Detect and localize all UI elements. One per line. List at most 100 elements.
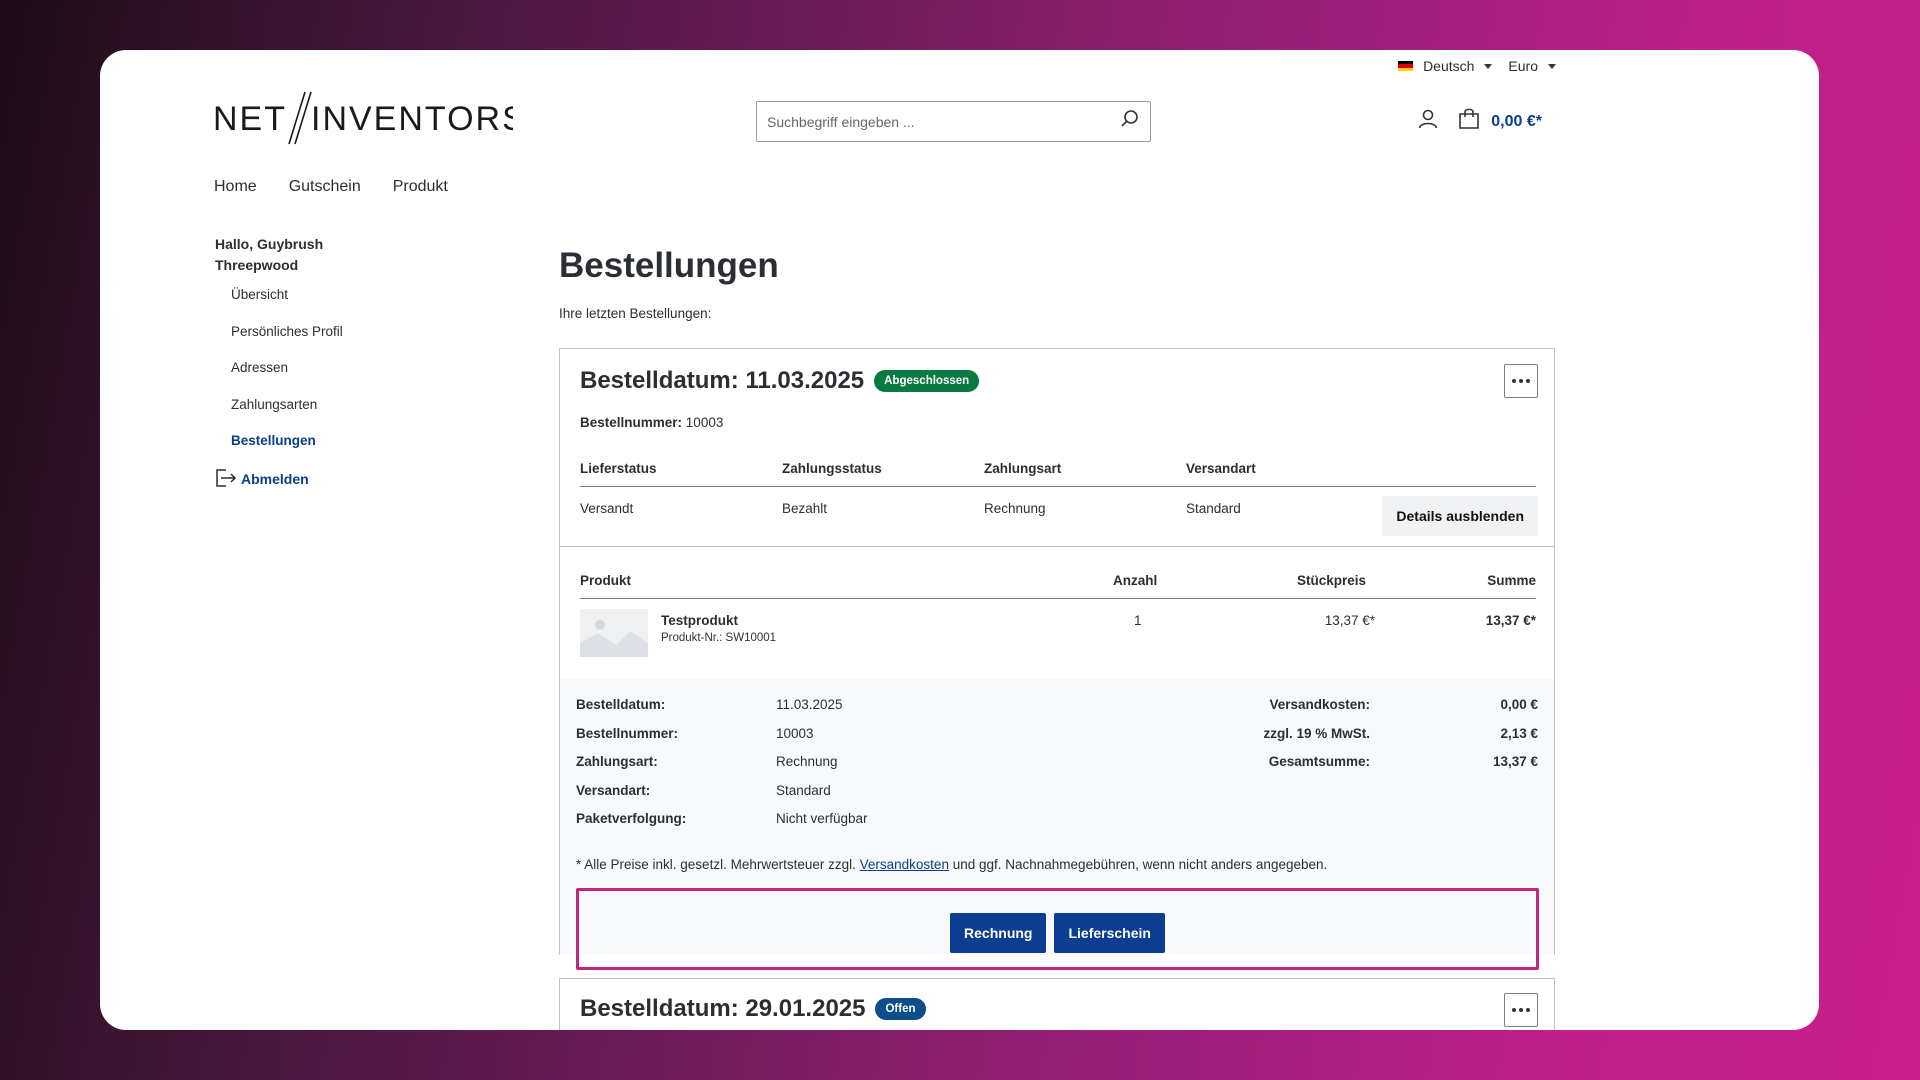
price-note: * Alle Preise inkl. gesetzl. Mehrwertste… bbox=[576, 857, 1327, 872]
order-menu-button[interactable] bbox=[1504, 364, 1538, 398]
product-unit-price: 13,37 €* bbox=[1324, 613, 1375, 628]
total-key: Versandkosten: bbox=[1269, 697, 1370, 712]
page-subtitle: Ihre letzten Bestellungen: bbox=[559, 306, 712, 321]
order-card: Bestelldatum: 29.01.2025 Offen bbox=[559, 978, 1555, 1030]
total-value: 0,00 € bbox=[1500, 697, 1538, 712]
cart-total: 0,00 €* bbox=[1491, 112, 1542, 130]
logout-label: Abmelden bbox=[241, 471, 309, 487]
status-badge: Abgeschlossen bbox=[874, 370, 980, 392]
order-header: Bestelldatum: 29.01.2025 Offen bbox=[580, 995, 926, 1023]
sidebar-item-uebersicht[interactable]: Übersicht bbox=[215, 284, 365, 321]
logo[interactable]: NET INVENTORS bbox=[213, 88, 513, 148]
language-dropdown[interactable]: Deutsch bbox=[1398, 58, 1493, 74]
col-versandart: Versandart bbox=[1186, 461, 1256, 476]
search-input[interactable] bbox=[767, 113, 1120, 130]
summary-key: Versandart: bbox=[576, 782, 651, 798]
total-key: Gesamtsumme: bbox=[1268, 754, 1370, 769]
logo-text-right: INVENTORS bbox=[311, 100, 513, 138]
search-box bbox=[756, 101, 1151, 142]
product-table-header: Produkt Anzahl Stückpreis Summe bbox=[580, 573, 1536, 599]
col-summe: Summe bbox=[1487, 573, 1536, 588]
nav-item-produkt[interactable]: Produkt bbox=[393, 178, 448, 196]
page-title: Bestellungen bbox=[559, 246, 779, 285]
logo-text-left: NET bbox=[213, 100, 287, 138]
account-greeting: Hallo, Guybrush Threepwood bbox=[215, 236, 324, 273]
col-lieferstatus: Lieferstatus bbox=[580, 461, 657, 476]
summary-key: Paketverfolgung: bbox=[576, 811, 687, 826]
total-key: zzgl. 19 % MwSt. bbox=[1263, 725, 1370, 741]
total-value: 2,13 € bbox=[1500, 725, 1538, 741]
order-number: Bestellnummer: 10003 bbox=[580, 415, 723, 430]
topbar: Deutsch Euro bbox=[1398, 58, 1556, 74]
document-buttons: Rechnung Lieferschein bbox=[579, 913, 1536, 953]
image-placeholder-icon bbox=[580, 609, 648, 657]
divider bbox=[560, 546, 1554, 547]
chevron-down-icon bbox=[1548, 63, 1556, 69]
order-header: Bestelldatum: 11.03.2025 Abgeschlossen bbox=[580, 367, 980, 395]
order-card: Bestelldatum: 11.03.2025 Abgeschlossen B… bbox=[559, 348, 1555, 970]
value-lieferstatus: Versandt bbox=[580, 501, 634, 516]
more-icon bbox=[1512, 379, 1530, 383]
summary-value: Rechnung bbox=[776, 754, 838, 769]
more-icon bbox=[1512, 1008, 1530, 1012]
nav-item-home[interactable]: Home bbox=[214, 178, 257, 196]
col-anzahl: Anzahl bbox=[1113, 573, 1158, 588]
summary-value: Standard bbox=[776, 782, 831, 798]
browser-page: Deutsch Euro NET INVENTORS Suchbegriff e… bbox=[100, 50, 1819, 1030]
total-value: 13,37 € bbox=[1492, 754, 1538, 769]
language-label: Deutsch bbox=[1423, 58, 1475, 74]
logo-mark: NET INVENTORS bbox=[213, 91, 513, 145]
product-sku: Produkt-Nr.: SW10001 bbox=[661, 632, 777, 644]
order-date: Bestelldatum: 29.01.2025 bbox=[580, 995, 866, 1022]
search-icon[interactable] bbox=[1120, 109, 1140, 134]
product-qty: 1 bbox=[1134, 613, 1142, 628]
order-summary: Bestelldatum: 11.03.2025 Bestellnummer: 10… bbox=[560, 679, 1554, 970]
sidebar-item-bestellungen[interactable]: Bestellungen bbox=[215, 430, 365, 467]
german-flag-icon bbox=[1398, 61, 1414, 71]
highlight-box: Rechnung Lieferschein bbox=[576, 888, 1539, 970]
sidebar-item-adressen[interactable]: Adressen bbox=[215, 357, 365, 394]
toggle-details-button[interactable]: Details ausblenden bbox=[1382, 496, 1538, 536]
sidebar-item-profil[interactable]: Persönliches Profil bbox=[215, 321, 365, 358]
value-zahlungsstatus: Bezahlt bbox=[782, 501, 828, 516]
sidebar-item-zahlungsarten[interactable]: Zahlungsarten bbox=[215, 394, 365, 431]
summary-key: Bestellnummer: bbox=[576, 725, 679, 741]
summary-key: Zahlungsart: bbox=[576, 754, 658, 769]
product-name[interactable]: Testprodukt bbox=[661, 613, 738, 628]
status-table-header: Lieferstatus Zahlungsstatus Zahlungsart … bbox=[580, 461, 1536, 487]
main-navigation: Home Gutschein Produkt bbox=[214, 178, 448, 196]
logout-icon bbox=[215, 467, 237, 492]
delivery-note-button[interactable]: Lieferschein bbox=[1054, 913, 1165, 953]
order-menu-button[interactable] bbox=[1504, 993, 1538, 1027]
order-number-value: 10003 bbox=[685, 415, 724, 430]
currency-dropdown[interactable]: Euro bbox=[1508, 58, 1556, 74]
product-image-placeholder[interactable] bbox=[580, 609, 648, 657]
logout-link[interactable]: Abmelden bbox=[215, 467, 365, 492]
col-zahlungsstatus: Zahlungsstatus bbox=[782, 461, 882, 476]
summary-totals: Versandkosten: 0,00 € zzgl. 19 % MwSt. 2,1… bbox=[1170, 697, 1538, 783]
versandkosten-link[interactable]: Versandkosten bbox=[860, 857, 949, 872]
summary-details: Bestelldatum: 11.03.2025 Bestellnummer: 10… bbox=[576, 697, 868, 840]
status-table-row: Versandt Bezahlt Rechnung Standard bbox=[580, 501, 1388, 516]
value-zahlungsart: Rechnung bbox=[984, 501, 1046, 516]
currency-label: Euro bbox=[1508, 58, 1538, 74]
cart-icon bbox=[1457, 107, 1481, 136]
col-produkt: Produkt bbox=[580, 573, 632, 588]
order-number-label: Bestellnummer: bbox=[580, 415, 683, 430]
note-prefix: * Alle Preise inkl. gesetzl. Mehrwertste… bbox=[576, 857, 856, 872]
note-suffix: und ggf. Nachnahmegebühren, wenn nicht a… bbox=[952, 857, 1328, 872]
col-stueckpreis: Stückpreis bbox=[1296, 573, 1366, 588]
invoice-button[interactable]: Rechnung bbox=[950, 913, 1047, 953]
order-date: Bestelldatum: 11.03.2025 bbox=[580, 367, 865, 394]
summary-value: 10003 bbox=[776, 725, 814, 741]
user-icon[interactable] bbox=[1417, 108, 1439, 135]
status-badge: Offen bbox=[875, 998, 926, 1020]
nav-item-gutschein[interactable]: Gutschein bbox=[289, 178, 361, 196]
cart-button[interactable]: 0,00 €* bbox=[1457, 107, 1542, 136]
summary-key: Bestelldatum: bbox=[576, 697, 666, 712]
col-zahlungsart: Zahlungsart bbox=[984, 461, 1062, 476]
table-row: Testprodukt Produkt-Nr.: SW10001 1 13,37… bbox=[580, 609, 1536, 663]
summary-value: 11.03.2025 bbox=[776, 697, 843, 712]
header-actions: 0,00 €* bbox=[1417, 107, 1542, 136]
chevron-down-icon bbox=[1484, 63, 1493, 69]
